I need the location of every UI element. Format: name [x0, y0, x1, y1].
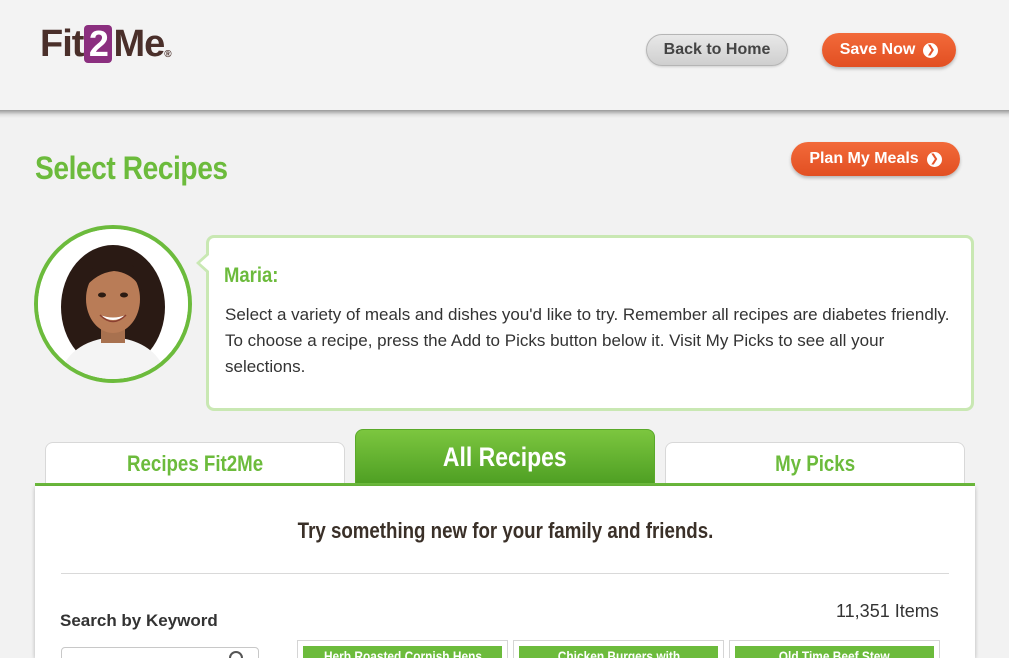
tagline-text: Try something new for your family and fr… — [297, 518, 713, 543]
coach-name: Maria: — [224, 264, 279, 287]
recipe-card[interactable]: Herb Roasted Cornish Hens — [297, 640, 508, 658]
page-title: Select Recipes — [35, 150, 228, 186]
recipe-card[interactable]: Chicken Burgers with — [513, 640, 724, 658]
fit2me-logo[interactable]: Fit 2 Me ® — [40, 22, 172, 66]
header-shadow — [0, 110, 1009, 118]
search-icon[interactable] — [229, 651, 243, 658]
logo-prefix: Fit — [40, 22, 84, 65]
plan-my-meals-label: Plan My Meals — [809, 150, 919, 167]
logo-mark: 2 — [84, 25, 113, 63]
save-now-label: Save Now — [839, 41, 916, 58]
chevron-right-icon: ❯ — [926, 151, 942, 167]
tab-label: All Recipes — [443, 441, 567, 472]
logo-registered: ® — [164, 49, 171, 60]
recipe-card-title: Herb Roasted Cornish Hens — [303, 646, 502, 658]
tab-label: Recipes Fit2Me — [126, 450, 264, 476]
recipe-card-title: Chicken Burgers with — [519, 646, 718, 658]
panel-tagline: Try something new for your family and fr… — [35, 518, 975, 544]
coach-avatar — [34, 225, 192, 383]
bubble-tail-inner — [200, 255, 209, 271]
tab-label: My Picks — [774, 450, 856, 476]
tab-my-picks[interactable]: My Picks — [665, 442, 965, 484]
chevron-right-icon: ❯ — [923, 42, 939, 58]
items-count: 11,351 Items — [836, 601, 939, 621]
site-header: Fit 2 Me ® Back to Home Save Now ❯ — [0, 0, 1009, 110]
coach-portrait-image — [38, 229, 188, 379]
recipe-card[interactable]: Old Time Beef Stew — [729, 640, 940, 658]
recipe-card-title: Old Time Beef Stew — [735, 646, 934, 658]
recipes-panel — [35, 486, 975, 658]
back-to-home-label: Back to Home — [663, 41, 771, 58]
plan-my-meals-button[interactable]: Plan My Meals ❯ — [791, 142, 960, 176]
save-now-button[interactable]: Save Now ❯ — [822, 33, 956, 67]
back-to-home-button[interactable]: Back to Home — [646, 34, 788, 66]
divider — [61, 573, 949, 574]
coach-message: Select a variety of meals and dishes you… — [225, 305, 950, 376]
tab-recipes-fit2me[interactable]: Recipes Fit2Me — [45, 442, 345, 484]
logo-suffix: Me — [113, 22, 165, 65]
search-label: Search by Keyword — [60, 611, 218, 630]
tab-all-recipes[interactable]: All Recipes — [355, 429, 655, 484]
